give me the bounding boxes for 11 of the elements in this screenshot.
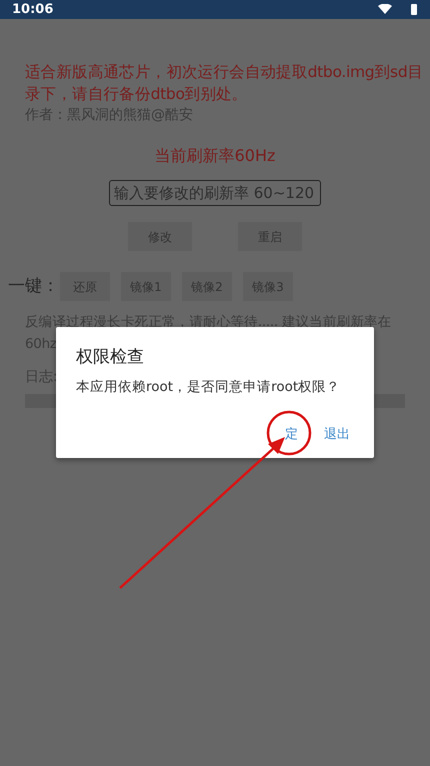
highlight-circle [266,410,312,456]
refresh-rate-field[interactable]: 输入要修改的刷新率 60~120 [109,180,321,206]
dialog-button[interactable]: 退出 [324,424,350,444]
wifi-battery-icon [378,4,418,16]
dialog-button[interactable]: 定 [285,424,298,444]
dialog-message: 本应用依赖root，是否同意申请root权限？ [76,378,342,396]
notice-text: 适合新版高通芯片，初次运行会自动提取dtbo.img到sd目录下，请自行备份dtbo到别处。 [24,62,424,105]
refresh-rate-text: 当前刷新率60Hz [154,145,276,167]
status-time: 10:06 [12,0,54,19]
dialog-title: 权限检查 [76,346,145,369]
one-key-label: 一键： [8,274,60,298]
